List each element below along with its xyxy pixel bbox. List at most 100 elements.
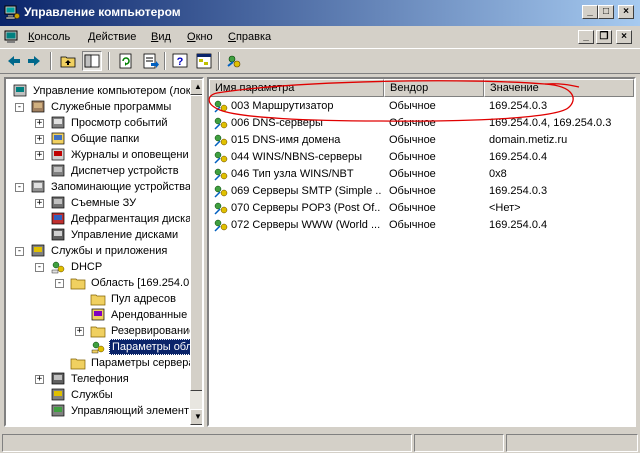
computer-management-icon bbox=[4, 5, 20, 20]
dhcp-option-icon bbox=[214, 168, 228, 181]
tree-item-label: Управление дисками bbox=[71, 229, 179, 241]
removable-storage-icon bbox=[51, 196, 65, 209]
expand-toggle[interactable]: + bbox=[35, 135, 44, 144]
dhcp-icon bbox=[51, 261, 65, 274]
menu-action-label: Действие bbox=[88, 31, 137, 43]
details-pane[interactable]: Имя параметра Вендор Значение 003 Маршру… bbox=[207, 77, 636, 427]
collapse-toggle[interactable]: - bbox=[15, 247, 24, 256]
event-viewer-icon bbox=[51, 116, 65, 129]
wmi-control-icon bbox=[51, 404, 65, 417]
telephony-icon bbox=[51, 372, 65, 385]
option-name: 072 Серверы WWW (World ... bbox=[231, 219, 381, 231]
menu-view[interactable]: Вид bbox=[151, 31, 171, 43]
option-vendor: Обычное bbox=[389, 151, 436, 163]
dhcp-option-icon bbox=[214, 202, 228, 215]
tree-item-label: Управляющий элемент bbox=[71, 405, 189, 417]
tree-item-label: Телефония bbox=[71, 373, 129, 385]
menu-console[interactable]: Консоль bbox=[28, 31, 70, 43]
menu-view-label: Вид bbox=[151, 31, 171, 43]
option-name: 015 DNS-имя домена bbox=[231, 134, 341, 146]
menu-help[interactable]: Справка bbox=[228, 31, 271, 43]
dhcp-option-icon bbox=[214, 219, 228, 232]
export-list-icon[interactable] bbox=[140, 51, 160, 71]
expand-toggle[interactable]: + bbox=[75, 327, 84, 336]
show-hide-tree-icon bbox=[84, 54, 100, 68]
console-window-icon[interactable] bbox=[4, 30, 20, 44]
mdi-restore-button[interactable]: ❐ bbox=[596, 30, 612, 44]
folder-icon bbox=[90, 326, 106, 338]
maximize-button[interactable]: □ bbox=[598, 5, 614, 19]
dhcp-option-icon bbox=[214, 100, 228, 113]
column-header-name[interactable]: Имя параметра bbox=[209, 79, 384, 97]
status-panel-3 bbox=[506, 434, 638, 452]
collapse-toggle[interactable]: - bbox=[55, 279, 64, 288]
mdi-close-button[interactable]: × bbox=[616, 30, 632, 44]
close-button[interactable]: × bbox=[618, 5, 634, 19]
back-arrow-icon[interactable] bbox=[4, 51, 24, 71]
status-panel-main bbox=[2, 434, 412, 452]
tree-item-label: Службы и приложения bbox=[51, 245, 168, 257]
option-name: 044 WINS/NBNS-серверы bbox=[231, 151, 363, 163]
dhcp-option-icon bbox=[214, 185, 228, 198]
option-value: 169.254.0.3 bbox=[489, 100, 548, 112]
scroll-down-button[interactable]: ▼ bbox=[190, 409, 202, 425]
console-tree-icon[interactable] bbox=[194, 51, 214, 71]
dhcp-action-icon[interactable] bbox=[224, 51, 244, 71]
option-vendor: Обычное bbox=[389, 100, 436, 112]
tree-item-label: Диспетчер устройств bbox=[71, 165, 179, 177]
dhcp-option-icon bbox=[214, 151, 228, 164]
scroll-thumb[interactable] bbox=[190, 95, 202, 391]
tree-vertical-scrollbar[interactable]: ▲ ▼ bbox=[190, 79, 202, 425]
collapse-toggle[interactable]: - bbox=[15, 183, 24, 192]
up-folder-icon[interactable] bbox=[58, 51, 78, 71]
option-row[interactable]: 072 Серверы WWW (World ... Обычное 169.254… bbox=[209, 217, 634, 234]
status-panel-2 bbox=[414, 434, 504, 452]
mdi-minimize-button[interactable]: _ bbox=[578, 30, 594, 44]
console-tree-pane[interactable]: Управление компьютером (лок Служебные про… bbox=[4, 77, 204, 427]
expand-toggle[interactable]: + bbox=[35, 199, 44, 208]
column-header-vendor[interactable]: Вендор bbox=[384, 79, 484, 97]
tree-item-label: Параметры обл bbox=[109, 339, 196, 355]
expand-toggle[interactable]: + bbox=[35, 375, 44, 384]
toolbar-separator bbox=[164, 52, 166, 70]
option-name: 069 Серверы SMTP (Simple ... bbox=[231, 185, 381, 197]
option-name: 003 Маршрутизатор bbox=[231, 100, 334, 112]
collapse-toggle[interactable]: - bbox=[35, 263, 44, 272]
menu-console-label: Консоль bbox=[28, 31, 71, 43]
tree-item-label: Параметры сервера bbox=[91, 357, 195, 369]
option-row[interactable]: 069 Серверы SMTP (Simple ... Обычное 169.2… bbox=[209, 183, 634, 200]
option-row[interactable]: 046 Тип узла WINS/NBT Обычное 0x8 bbox=[209, 166, 634, 183]
menu-action[interactable]: Действие bbox=[88, 31, 136, 43]
minimize-button[interactable]: _ bbox=[582, 5, 598, 19]
menu-help-label: Справка bbox=[228, 31, 272, 43]
folder-icon bbox=[90, 294, 106, 306]
option-name: 046 Тип узла WINS/NBT bbox=[231, 168, 354, 180]
toolbar-separator bbox=[50, 52, 52, 70]
tree-item-label: Съемные ЗУ bbox=[71, 197, 137, 209]
option-row[interactable]: 015 DNS-имя домена Обычное domain.metiz.ru bbox=[209, 132, 634, 149]
refresh-icon[interactable] bbox=[116, 51, 136, 71]
device-manager-icon bbox=[51, 164, 65, 177]
scroll-up-button[interactable]: ▲ bbox=[190, 79, 202, 95]
folder-icon bbox=[70, 278, 86, 290]
option-value: 169.254.0.4 bbox=[489, 151, 548, 163]
option-row[interactable]: 006 DNS-серверы Обычное 169.254.0.4, 169.2… bbox=[209, 115, 634, 132]
option-vendor: Обычное bbox=[389, 117, 436, 129]
dhcp-option-icon bbox=[214, 134, 228, 147]
column-header-value[interactable]: Значение bbox=[484, 79, 634, 97]
option-row[interactable]: 044 WINS/NBNS-серверы Обычное 169.254.0.4 bbox=[209, 149, 634, 166]
forward-arrow-icon[interactable] bbox=[24, 51, 44, 71]
title-bar[interactable]: Управление компьютером _ □ × bbox=[0, 0, 640, 26]
collapse-toggle[interactable]: - bbox=[15, 103, 24, 112]
tree-item-label: Арендованные bbox=[111, 309, 188, 321]
help-icon[interactable]: ? bbox=[170, 51, 190, 71]
show-hide-tree-button[interactable] bbox=[82, 51, 102, 71]
option-value: <Нет> bbox=[489, 202, 521, 214]
expand-toggle[interactable]: + bbox=[35, 151, 44, 160]
option-row[interactable]: 070 Серверы POP3 (Post Of... Обычное <Нет> bbox=[209, 200, 634, 217]
option-value: 169.254.0.4, 169.254.0.3 bbox=[489, 117, 612, 129]
option-row[interactable]: 003 Маршрутизатор Обычное 169.254.0.3 bbox=[209, 98, 634, 115]
expand-toggle[interactable]: + bbox=[35, 119, 44, 128]
menu-window[interactable]: Окно bbox=[187, 31, 213, 43]
option-vendor: Обычное bbox=[389, 185, 436, 197]
